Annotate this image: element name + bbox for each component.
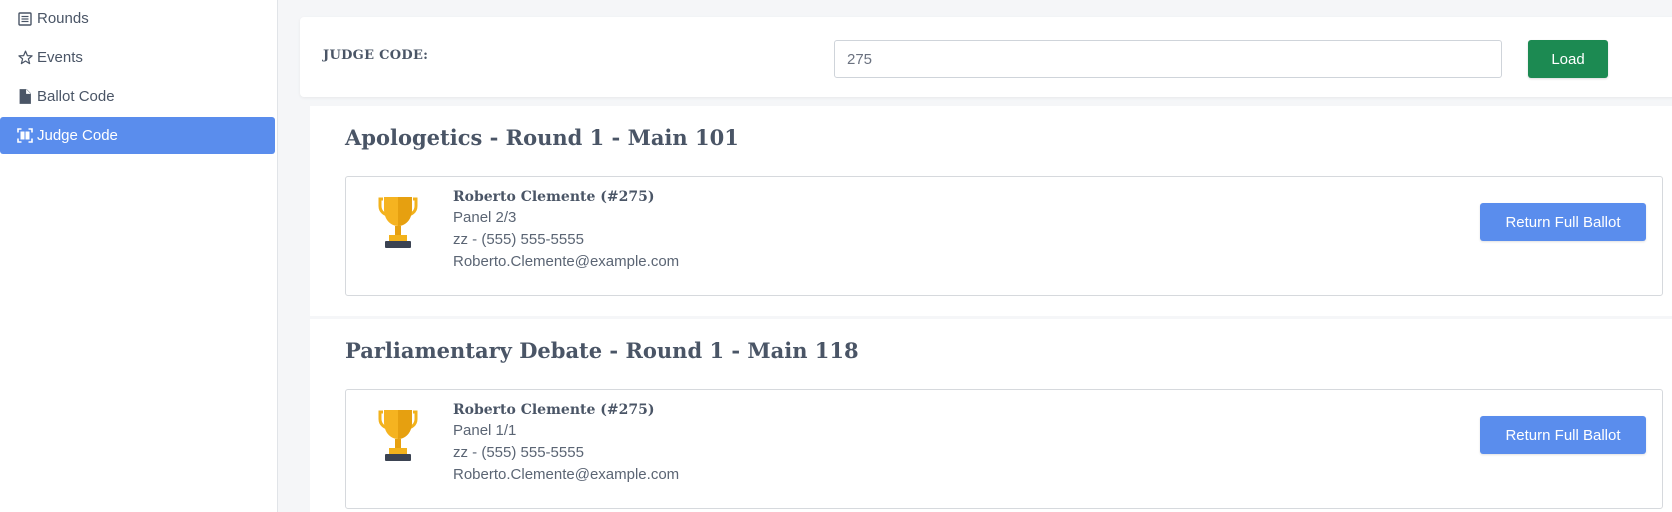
phone-text: zz - (555) 555-5555: [453, 444, 584, 461]
qr-scan-icon: [16, 127, 34, 145]
ballot-card: Roberto Clemente (#275) Panel 1/1 zz - (…: [345, 389, 1663, 509]
sidebar-item-label: Rounds: [37, 10, 89, 27]
assignment-title: Apologetics - Round 1 - Main 101: [345, 125, 739, 150]
sidebar-item-label: Ballot Code: [37, 88, 115, 105]
trophy-icon: [378, 410, 418, 461]
return-full-ballot-button[interactable]: Return Full Ballot: [1480, 203, 1646, 241]
assignment-section: Parliamentary Debate - Round 1 - Main 11…: [310, 319, 1672, 512]
assignment-section: Apologetics - Round 1 - Main 101 Roberto…: [310, 106, 1672, 316]
judge-code-input[interactable]: [834, 40, 1502, 78]
sidebar-item-label: Events: [37, 49, 83, 66]
ballot-card: Roberto Clemente (#275) Panel 2/3 zz - (…: [345, 176, 1663, 296]
judge-name: Roberto Clemente (#275): [453, 402, 655, 418]
list-icon: [16, 10, 34, 28]
judge-info: Roberto Clemente (#275) Panel 1/1 zz - (…: [453, 400, 679, 486]
judge-name: Roberto Clemente (#275): [453, 189, 655, 205]
sidebar-item-rounds[interactable]: Rounds: [0, 0, 275, 37]
sidebar-item-label: Judge Code: [37, 127, 118, 144]
sidebar-item-ballot-code[interactable]: Ballot Code: [0, 78, 275, 115]
judge-info: Roberto Clemente (#275) Panel 2/3 zz - (…: [453, 187, 679, 273]
judge-code-label: JUDGE CODE:: [323, 48, 429, 63]
email-text: Roberto.Clemente@example.com: [453, 253, 680, 270]
trophy-icon: [378, 197, 418, 248]
panel-text: Panel 1/1: [453, 422, 517, 439]
sidebar-item-events[interactable]: Events: [0, 39, 275, 76]
email-text: Roberto.Clemente@example.com: [453, 466, 680, 483]
load-button[interactable]: Load: [1528, 40, 1608, 78]
star-icon: [16, 49, 34, 67]
panel-text: Panel 2/3: [453, 209, 517, 226]
sidebar-item-judge-code[interactable]: Judge Code: [0, 117, 275, 154]
return-full-ballot-button[interactable]: Return Full Ballot: [1480, 416, 1646, 454]
file-icon: [16, 88, 34, 106]
sidebar: Rounds Events Ballot Code Judge Code: [0, 0, 278, 512]
assignment-title: Parliamentary Debate - Round 1 - Main 11…: [345, 338, 859, 363]
phone-text: zz - (555) 555-5555: [453, 231, 584, 248]
